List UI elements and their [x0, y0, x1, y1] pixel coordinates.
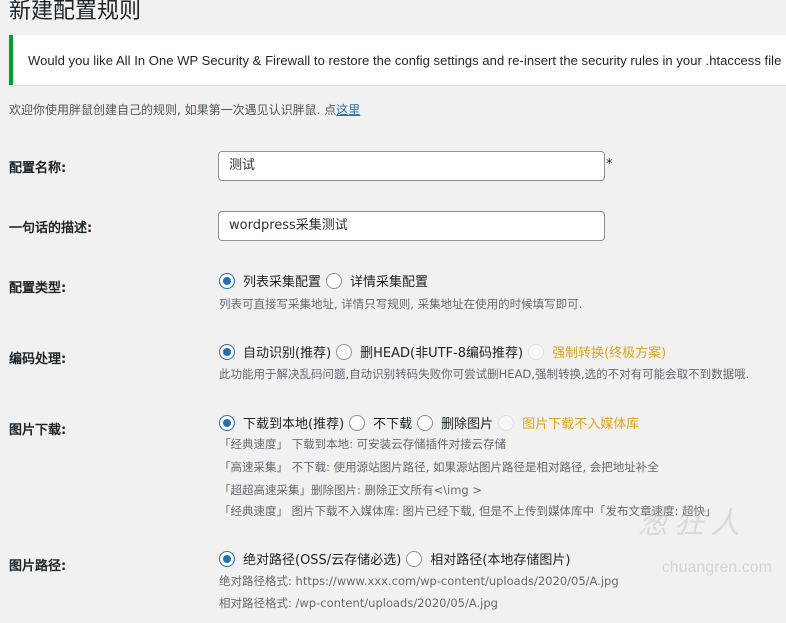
image-path-note-2: 相对路径格式: /wp-content/uploads/2020/05/A.jp…: [219, 596, 498, 610]
image-download-note-3: 「超超高速采集」删除图片: 删除正文所有<\img >: [219, 483, 483, 497]
option-download-local-label: 下载到本地(推荐): [243, 417, 345, 432]
radio-remove-head[interactable]: [336, 343, 353, 360]
notice-text: Would you like All In One WP Security & …: [28, 52, 782, 68]
watermark-logo: 葱狂人: [638, 506, 746, 541]
option-no-download-label: 不下载: [373, 417, 413, 432]
image-download-note-2: 「高速采集」 不下载: 使用源站图片路径, 如果源站图片路径是相对路径, 会把地…: [219, 460, 659, 474]
option-relative-path-label: 相对路径(本地存储图片): [430, 553, 571, 568]
encoding-label: 编码处理:: [9, 352, 67, 367]
option-remove-head-label: 删HEAD(非UTF-8编码推荐): [360, 346, 524, 361]
radio-auto-detect[interactable]: [219, 343, 235, 360]
radio-no-media-library[interactable]: [498, 414, 515, 431]
page-title: 新建配置规则: [9, 0, 142, 24]
option-list-config-label: 列表采集配置: [243, 275, 322, 290]
encoding-help: 此功能用于解决乱码问题,自动识别转码失败你可尝试删HEAD,强制转换,选的不对有…: [219, 367, 750, 381]
encoding-radios: 自动识别(推荐) 删HEAD(非UTF-8编码推荐) 强制转换(终极方案): [219, 342, 671, 361]
radio-force-convert[interactable]: [528, 343, 545, 360]
intro-text: 欢迎你使用胖鼠创建自己的规则, 如果第一次遇见认识胖鼠. 点这里: [9, 101, 360, 118]
image-path-label: 图片路径:: [9, 559, 67, 574]
option-delete-images-label: 删除图片: [441, 417, 494, 432]
description-label: 一句话的描述:: [9, 221, 93, 236]
config-name-label: 配置名称:: [9, 161, 67, 176]
watermark-url: chuangren.com: [661, 559, 772, 576]
option-no-media-library-label: 图片下载不入媒体库: [522, 417, 640, 432]
radio-list-config[interactable]: [219, 272, 235, 289]
intro-help-link[interactable]: 这里: [336, 103, 360, 117]
required-mark: *: [606, 157, 613, 172]
intro-message: 欢迎你使用胖鼠创建自己的规则, 如果第一次遇见认识胖鼠. 点: [9, 103, 337, 117]
radio-download-local[interactable]: [219, 414, 235, 431]
admin-notice: Would you like All In One WP Security & …: [9, 35, 786, 85]
config-name-input[interactable]: 测试: [218, 151, 605, 181]
radio-detail-config[interactable]: [326, 272, 343, 289]
radio-relative-path[interactable]: [406, 550, 423, 567]
option-absolute-path-label: 绝对路径(OSS/云存储必选): [243, 553, 402, 568]
config-type-label: 配置类型:: [9, 281, 67, 296]
config-type-radios: 列表采集配置 详情采集配置: [219, 271, 433, 290]
image-download-radios: 下载到本地(推荐) 不下载 删除图片 图片下载不入媒体库: [219, 413, 644, 432]
option-detail-config-label: 详情采集配置: [350, 275, 429, 290]
description-input[interactable]: wordpress采集测试: [218, 211, 605, 241]
image-download-note-1: 「经典速度」 下载到本地: 可安装云存储插件对接云存储: [219, 437, 507, 451]
radio-no-download[interactable]: [349, 414, 366, 431]
radio-absolute-path[interactable]: [219, 550, 235, 567]
radio-delete-images[interactable]: [417, 414, 434, 431]
config-type-help: 列表可直接写采集地址, 详情只写规则, 采集地址在使用的时候填写即可.: [219, 297, 583, 311]
image-path-note-1: 绝对路径格式: https://www.xxx.com/wp-content/u…: [219, 574, 619, 588]
option-auto-detect-label: 自动识别(推荐): [243, 346, 332, 361]
image-path-radios: 绝对路径(OSS/云存储必选) 相对路径(本地存储图片): [219, 549, 575, 568]
option-force-convert-label: 强制转换(终极方案): [552, 346, 667, 361]
image-download-label: 图片下载:: [9, 423, 67, 438]
